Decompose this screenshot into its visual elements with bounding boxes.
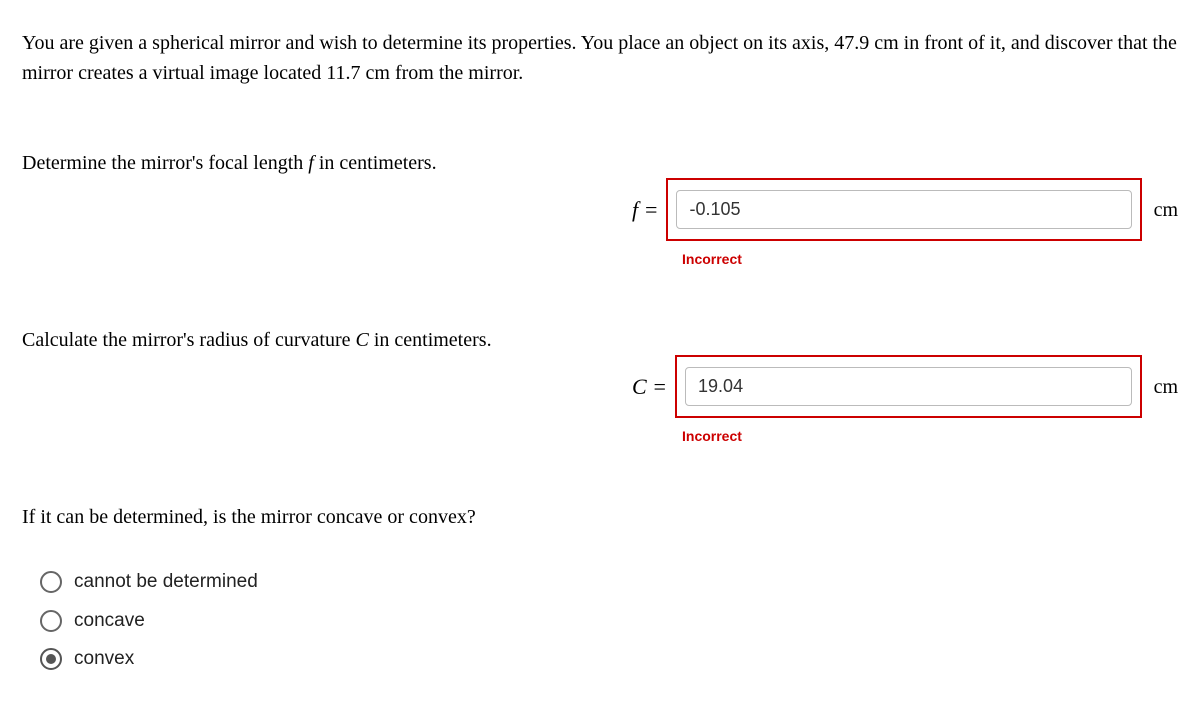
- q2-input[interactable]: [685, 367, 1132, 406]
- radio-label: concave: [74, 607, 145, 636]
- q1-input-wrap: [666, 178, 1141, 241]
- radio-icon: [40, 648, 62, 670]
- q1-unit: cm: [1150, 195, 1178, 225]
- problem-statement: You are given a spherical mirror and wis…: [22, 28, 1178, 88]
- radio-option-concave[interactable]: concave: [40, 607, 1178, 636]
- radio-label: cannot be determined: [74, 568, 258, 597]
- q1-feedback: Incorrect: [682, 249, 1178, 270]
- q1-var-label: f =: [632, 193, 658, 226]
- question-2-row: Calculate the mirror's radius of curvatu…: [22, 325, 1178, 447]
- q1-prompt-pre: Determine the mirror's focal length: [22, 152, 308, 174]
- question-2-prompt: Calculate the mirror's radius of curvatu…: [22, 325, 622, 355]
- q2-input-wrap: [675, 355, 1142, 418]
- radio-icon: [40, 610, 62, 632]
- radio-icon: [40, 571, 62, 593]
- question-3-prompt: If it can be determined, is the mirror c…: [22, 502, 1178, 532]
- question-1-prompt: Determine the mirror's focal length f in…: [22, 148, 622, 178]
- radio-option-convex[interactable]: convex: [40, 645, 1178, 674]
- question-1-row: Determine the mirror's focal length f in…: [22, 148, 1178, 270]
- q2-prompt-post: in centimeters.: [369, 329, 492, 351]
- q2-feedback: Incorrect: [682, 426, 1178, 447]
- q1-input[interactable]: [676, 190, 1131, 229]
- q2-unit: cm: [1150, 372, 1178, 402]
- radio-group: cannot be determined concave convex: [40, 568, 1178, 674]
- question-1-answer: f = cm Incorrect: [622, 148, 1178, 270]
- q2-prompt-pre: Calculate the mirror's radius of curvatu…: [22, 329, 355, 351]
- q2-var-label: C =: [632, 370, 667, 403]
- radio-option-cannot[interactable]: cannot be determined: [40, 568, 1178, 597]
- radio-label: convex: [74, 645, 134, 674]
- question-2-answer: C = cm Incorrect: [622, 325, 1178, 447]
- q2-prompt-var: C: [355, 329, 368, 351]
- q1-prompt-post: in centimeters.: [314, 152, 437, 174]
